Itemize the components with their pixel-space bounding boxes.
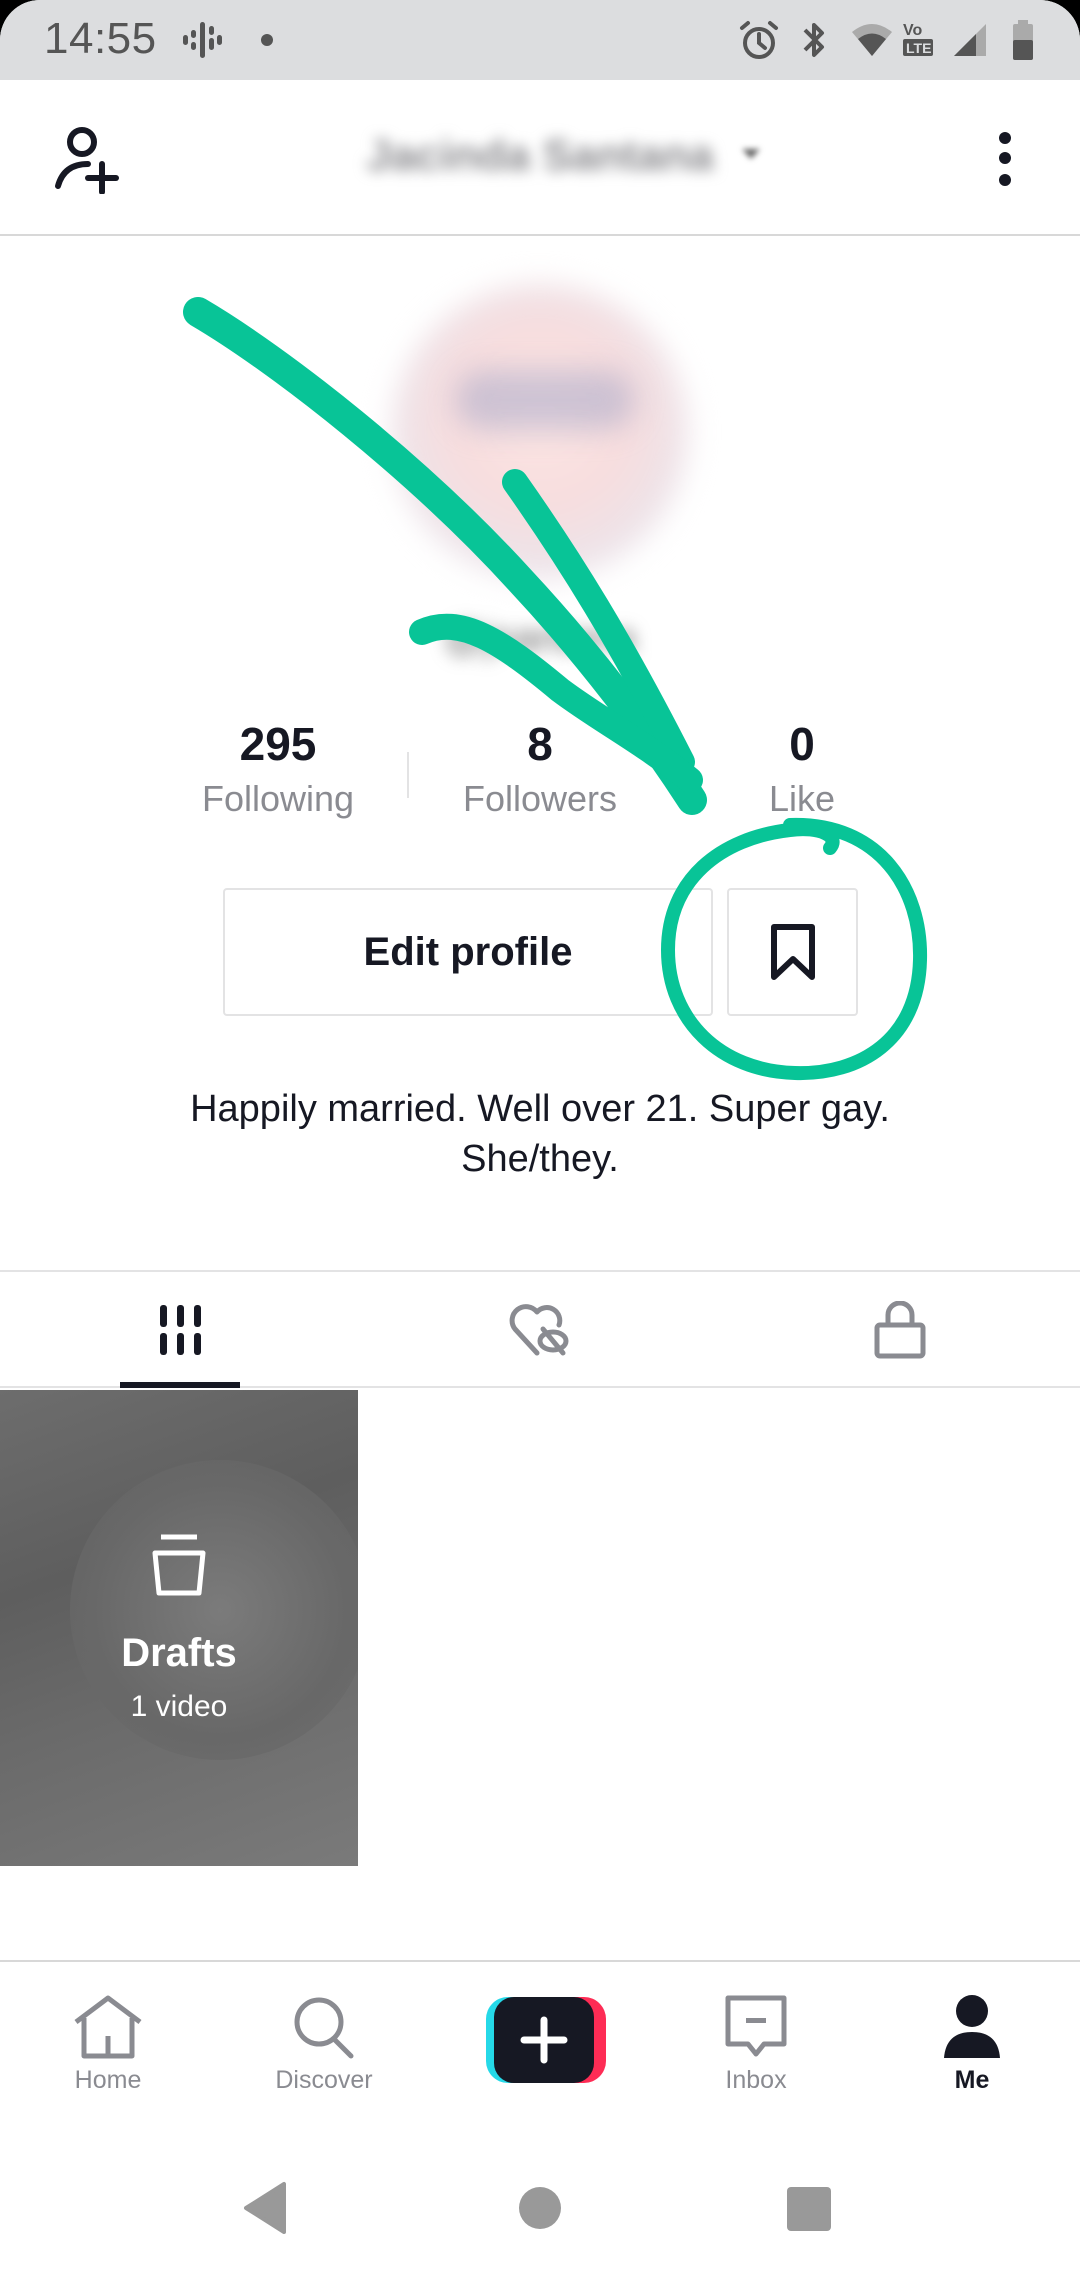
tab-liked[interactable] xyxy=(360,1272,720,1388)
tab-private[interactable] xyxy=(720,1272,1080,1388)
profile-bio: Happily married. Well over 21. Super gay… xyxy=(100,1084,980,1184)
bookmark-button[interactable] xyxy=(727,888,858,1016)
bio-line-2: She/they. xyxy=(461,1138,619,1180)
dot-icon xyxy=(261,34,273,46)
status-time: 14:55 xyxy=(44,14,157,63)
nav-discover[interactable]: Discover xyxy=(216,1962,432,2116)
volte-icon: Vo LTE xyxy=(903,22,933,56)
edit-profile-button[interactable]: Edit profile xyxy=(223,888,713,1016)
bookmark-icon xyxy=(770,924,815,980)
nav-inbox-label: Inbox xyxy=(725,2066,787,2094)
inbox-icon xyxy=(725,1995,787,2057)
stat-following[interactable]: 295 Following xyxy=(148,716,408,820)
grid-icon xyxy=(160,1305,201,1355)
chevron-down-icon[interactable] xyxy=(740,146,762,162)
followers-count: 8 xyxy=(527,718,553,770)
stat-likes[interactable]: 0 Like xyxy=(672,716,932,820)
stat-divider xyxy=(407,752,409,798)
svg-text:Vo: Vo xyxy=(903,22,922,39)
following-count: 295 xyxy=(239,718,317,770)
system-nav-bar xyxy=(0,2130,1080,2280)
nav-home[interactable]: Home xyxy=(0,1962,216,2116)
nav-discover-label: Discover xyxy=(275,2066,373,2094)
person-add-icon[interactable] xyxy=(52,124,124,194)
username-switcher[interactable]: Jacinda Santana xyxy=(350,128,730,184)
profile-tabs xyxy=(0,1270,1080,1388)
avatar-detail xyxy=(455,370,635,430)
create-plus-icon xyxy=(486,1997,606,2083)
likes-label: Like xyxy=(768,778,836,819)
search-icon xyxy=(294,1997,354,2059)
heart-hidden-icon xyxy=(509,1304,569,1356)
more-vertical-icon[interactable] xyxy=(990,126,1020,192)
nav-home-label: Home xyxy=(74,2066,142,2094)
home-circle-icon[interactable] xyxy=(518,2186,562,2230)
alarm-icon xyxy=(740,21,778,59)
podcast-icon xyxy=(183,22,222,58)
avatar[interactable] xyxy=(392,284,688,580)
nav-create[interactable] xyxy=(432,1962,648,2116)
nav-me[interactable]: Me xyxy=(864,1962,1080,2116)
recents-icon[interactable] xyxy=(786,2186,832,2232)
profile-header: Jacinda Santana xyxy=(0,80,1080,236)
user-handle: @jsantana xyxy=(444,616,636,660)
back-icon[interactable] xyxy=(240,2180,290,2236)
active-tab-indicator xyxy=(120,1382,240,1388)
svg-text:LTE: LTE xyxy=(906,40,931,56)
edit-profile-label: Edit profile xyxy=(363,929,573,974)
status-bar: 14:55 Vo LTE xyxy=(0,0,1080,80)
wifi-icon xyxy=(852,24,892,56)
nav-inbox[interactable]: Inbox xyxy=(648,1962,864,2116)
battery-icon xyxy=(1013,20,1033,60)
profile-screen: 14:55 Vo LTE Jacinda Santana @jsantana 2… xyxy=(0,0,1080,2280)
tab-videos[interactable] xyxy=(0,1272,360,1388)
drafts-overlay: Drafts 1 video xyxy=(0,1390,358,1866)
likes-count: 0 xyxy=(789,718,815,770)
signal-icon xyxy=(954,24,986,56)
drafts-count: 1 video xyxy=(130,1689,228,1723)
bluetooth-icon xyxy=(803,23,824,57)
following-label: Following xyxy=(201,778,355,819)
drafts-tile[interactable]: Drafts 1 video xyxy=(0,1390,358,1866)
bio-line-1: Happily married. Well over 21. Super gay… xyxy=(190,1088,890,1130)
drafts-title: Drafts xyxy=(121,1630,237,1675)
lock-icon xyxy=(874,1301,926,1359)
drafts-icon xyxy=(152,1534,206,1595)
home-icon xyxy=(74,1995,142,2059)
nav-me-label: Me xyxy=(954,2066,990,2094)
profile-icon xyxy=(944,1995,1000,2058)
stat-followers[interactable]: 8 Followers xyxy=(410,716,670,820)
followers-label: Followers xyxy=(462,778,618,819)
bottom-nav: Home Discover Inbox Me xyxy=(0,1960,1080,2118)
